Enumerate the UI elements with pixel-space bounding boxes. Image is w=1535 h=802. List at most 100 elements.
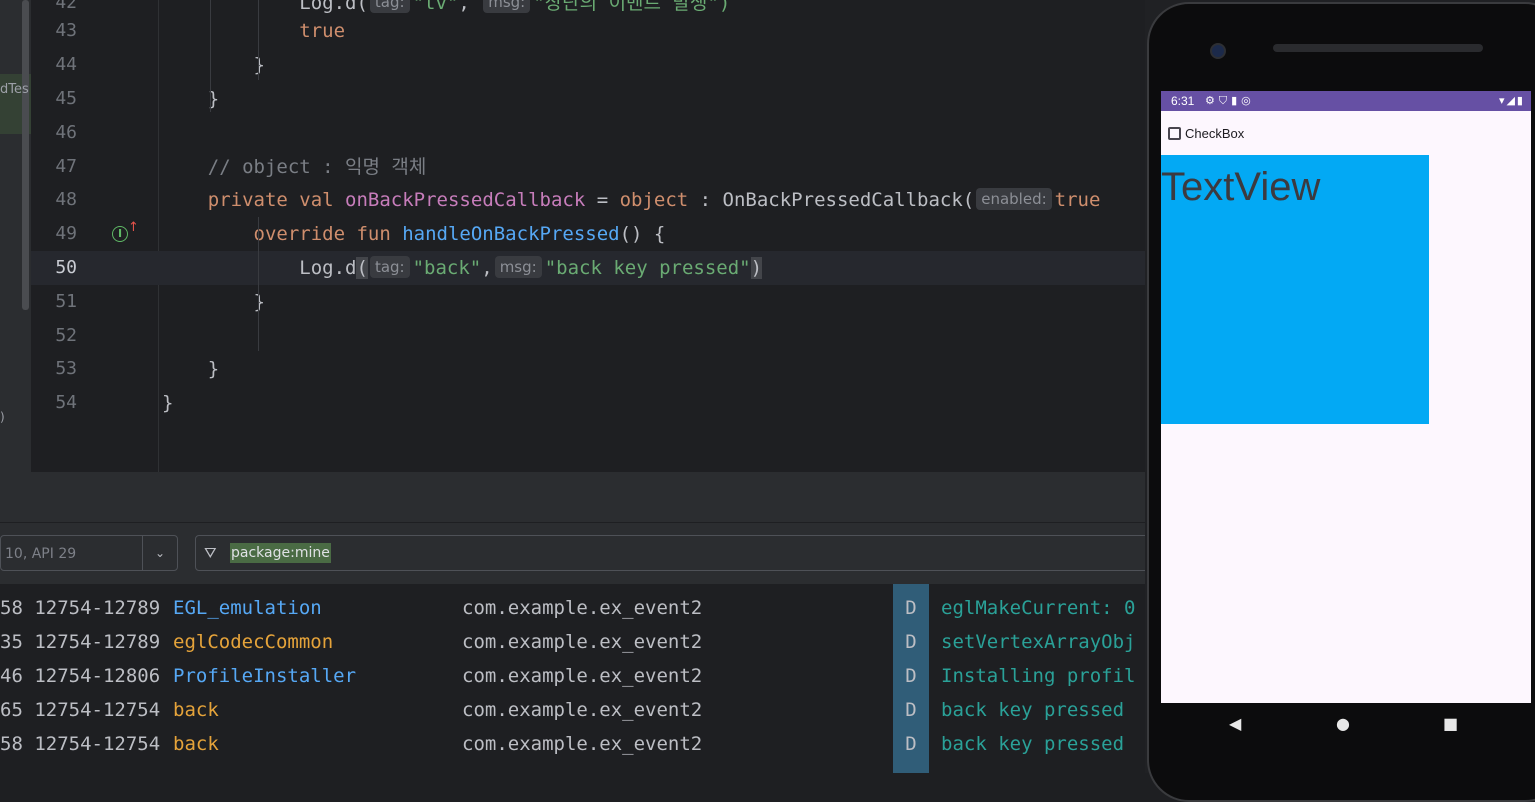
camera-icon	[1210, 43, 1226, 59]
line-number: 47	[55, 156, 77, 177]
checkbox-label[interactable]: CheckBox	[1185, 126, 1244, 141]
brace-match: )	[750, 257, 763, 279]
code-line[interactable]: 54}	[31, 386, 1145, 420]
logcat-filter-input[interactable]: ⛛ package:mine	[195, 535, 1155, 571]
code-text: }	[162, 48, 265, 82]
parameter-hint: msg:	[483, 0, 531, 13]
line-number: 54	[55, 392, 77, 413]
code-token: () {	[619, 223, 666, 245]
log-message: setVertexArrayObj	[941, 631, 1136, 653]
code-token: ,	[458, 0, 482, 14]
code-line[interactable]: 43 true	[31, 14, 1145, 48]
status-bar: 6:31 ⚙⛉▮◎ ▾◢▮	[1161, 91, 1531, 111]
home-nav-icon[interactable]: ●	[1336, 713, 1350, 735]
log-tag: back	[173, 733, 219, 755]
device-selector[interactable]: 10, API 29 ⌄	[0, 535, 178, 571]
log-package: com.example.ex_event2	[462, 665, 703, 687]
log-level: D	[893, 625, 929, 659]
log-message: back key pressed	[941, 733, 1125, 755]
code-line[interactable]: 44 }	[31, 48, 1145, 82]
log-row[interactable]: 35 12754-12789 eglCodecCommon com.example.…	[0, 625, 1145, 659]
code-text: override fun handleOnBackPressed() {	[162, 217, 666, 251]
code-token: }	[162, 392, 174, 414]
line-number: 45	[55, 88, 77, 109]
log-tag: EGL_emulation	[173, 597, 322, 619]
code-line[interactable]: 53 }	[31, 352, 1145, 386]
code-token: handleOnBackPressed	[402, 223, 620, 245]
log-row[interactable]: 58 12754-12754 back com.example.ex_event2 D…	[0, 727, 1145, 761]
parameter-hint: msg:	[494, 256, 542, 278]
textview-text: TextView	[1161, 165, 1321, 209]
code-token: override fun	[253, 223, 403, 245]
code-token: "back key pressed"	[544, 257, 751, 279]
implements-gutter-icon[interactable]: I ↑	[112, 220, 139, 242]
logcat-output[interactable]: 58 12754-12789 EGL_emulation com.example.e…	[0, 584, 1145, 773]
code-line[interactable]: 51 }	[31, 285, 1145, 319]
textview[interactable]: TextView	[1161, 155, 1429, 424]
code-line[interactable]: 45 }	[31, 82, 1145, 116]
log-package: com.example.ex_event2	[462, 699, 703, 721]
code-token: ,	[481, 257, 493, 279]
panel-scrollbar[interactable]	[22, 0, 29, 310]
log-row[interactable]: 58 12754-12789 EGL_emulation com.example.e…	[0, 591, 1145, 625]
code-token: "back"	[412, 257, 482, 279]
code-token: true	[1054, 189, 1101, 211]
checkbox-box[interactable]	[1168, 127, 1181, 141]
parameter-hint: enabled:	[976, 188, 1052, 210]
log-package: com.example.ex_event2	[462, 631, 703, 653]
code-token: }	[253, 54, 265, 76]
code-text: }	[162, 352, 219, 386]
log-package: com.example.ex_event2	[462, 733, 703, 755]
chevron-down-icon[interactable]: ⌄	[142, 536, 177, 570]
code-token: "tv"	[412, 0, 459, 14]
log-process-id: 46 12754-12806	[0, 665, 161, 687]
code-line[interactable]: 50 Log.d(tag: "back", msg: "back key presse…	[31, 251, 1145, 285]
log-row[interactable]: 65 12754-12754 back com.example.ex_event2 D…	[0, 693, 1145, 727]
back-nav-icon[interactable]: ◀	[1229, 713, 1241, 735]
code-token: true	[299, 20, 346, 42]
phone-screen[interactable]: 6:31 ⚙⛉▮◎ ▾◢▮ CheckBox TextView	[1161, 91, 1531, 703]
code-token: }	[253, 291, 265, 313]
panel-file-snippet: dTes	[0, 82, 29, 97]
code-editor[interactable]: dTes ) 42 Log.d(tag: "tv", msg: "상단의 이벤트 발…	[0, 0, 1145, 472]
code-token: : OnBackPressedCallback(	[688, 189, 975, 211]
log-message: Installing profil	[941, 665, 1136, 687]
brace-match: (	[356, 257, 368, 279]
checkbox[interactable]: CheckBox	[1168, 125, 1244, 143]
code-line[interactable]: 48 private val onBackPressedCallback = o…	[31, 183, 1145, 217]
panel-divider[interactable]	[0, 472, 1145, 524]
line-number: 50	[55, 257, 77, 278]
log-process-id: 35 12754-12789	[0, 631, 161, 653]
recents-nav-icon[interactable]: ■	[1443, 713, 1458, 735]
status-time: 6:31	[1171, 94, 1195, 108]
panel-snippet-2: )	[0, 410, 5, 424]
log-row[interactable]: 46 12754-12806 ProfileInstaller com.exampl…	[0, 659, 1145, 693]
code-line[interactable]: 49 override fun handleOnBackPressed() {	[31, 217, 1145, 251]
log-process-id: 65 12754-12754	[0, 699, 161, 721]
code-text: Log.d(tag: "back", msg: "back key pressed")	[162, 251, 763, 285]
code-text: }	[162, 285, 265, 319]
log-message: eglMakeCurrent: 0	[941, 597, 1136, 619]
code-line[interactable]: 47 // object : 익명 객체	[31, 150, 1145, 184]
interface-icon: I	[112, 226, 128, 242]
code-line[interactable]: 46	[31, 116, 1145, 150]
log-tag: back	[173, 699, 219, 721]
log-package: com.example.ex_event2	[462, 597, 703, 619]
code-text: true	[162, 14, 345, 48]
line-number: 43	[55, 20, 77, 41]
filter-query[interactable]: package:mine	[230, 543, 331, 563]
code-token: // object : 익명 객체	[207, 156, 427, 178]
code-line[interactable]: 52	[31, 319, 1145, 353]
code-token: Log.d	[299, 257, 357, 279]
code-token: Log.d(	[299, 0, 368, 14]
log-tag: eglCodecCommon	[173, 631, 334, 653]
indent-guide	[258, 0, 259, 80]
filter-icon[interactable]: ⛛	[204, 536, 217, 570]
line-number: 49	[55, 223, 77, 244]
line-number: 51	[55, 291, 77, 312]
line-number: 46	[55, 122, 77, 143]
code-token: =	[585, 189, 620, 211]
code-token: private val	[207, 189, 346, 211]
log-level: D	[893, 591, 929, 625]
